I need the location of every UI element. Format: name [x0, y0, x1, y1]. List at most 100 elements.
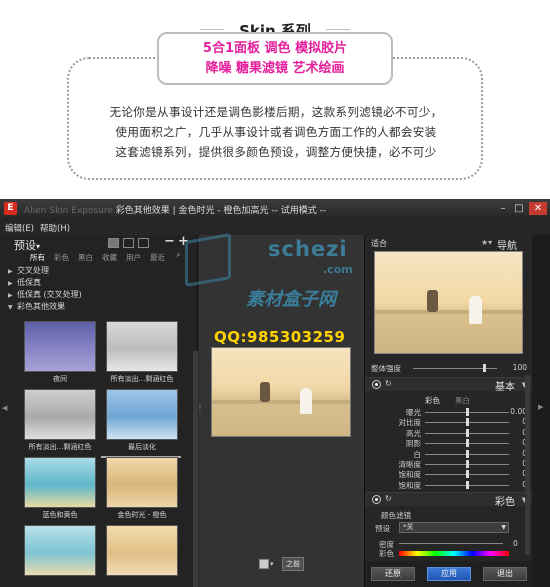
menu-edit[interactable]: 编辑(E): [5, 222, 34, 234]
splitter-handle-icon[interactable]: ⋮: [196, 403, 204, 412]
apply-button[interactable]: 应用: [427, 567, 471, 581]
feature-line-2: 降噪 糖果滤镜 艺术绘画: [205, 61, 345, 76]
search-icon[interactable]: ⌕: [176, 250, 181, 260]
promo-description: 无论你是从事设计还是调色影楼后期，这款系列滤镜必不可少， 使用面积之广，几乎从事…: [80, 102, 472, 162]
tab-bw[interactable]: 黑白: [78, 252, 93, 263]
presets-panel: 预设▾ − + 所有 彩色 黑白 收藏 用户 最近 ⌕ ▶ 交叉处理 ▶ 低保真 ▶…: [0, 234, 198, 587]
collapse-left-icon[interactable]: ◀: [2, 404, 7, 412]
tree-item-label: 低保真 (交叉处理): [17, 290, 82, 299]
close-button[interactable]: ✕: [529, 202, 547, 215]
thumbnail-image: [24, 457, 96, 508]
overall-strength-value: 100: [512, 363, 527, 372]
navigator-title: 导航: [497, 241, 517, 252]
feature-line-1: 5合1面板 调色 模拟胶片: [202, 41, 348, 56]
navigator-image[interactable]: [374, 251, 523, 354]
color-filter-preset-select[interactable]: *关 ▼: [399, 522, 509, 533]
slider-value: 0: [505, 469, 527, 478]
density-track[interactable]: [399, 543, 503, 544]
slider-knob[interactable]: [466, 428, 469, 437]
collapse-arrow-icon: ▼: [8, 304, 13, 311]
window-title: Alien Skin Exposure 彩色其他效果 | 金色时光 - 橙色加高…: [24, 203, 326, 216]
slider-value: 0: [505, 449, 527, 458]
overall-strength-slider[interactable]: 整体强度 100: [365, 363, 533, 373]
right-gutter: ▶: [532, 235, 550, 587]
thumbnail-caption: 蓝色和黄色: [42, 511, 78, 519]
remove-preset-icon[interactable]: −: [164, 234, 175, 249]
adjustment-slider[interactable]: 阴影 0: [365, 438, 533, 448]
tab-user[interactable]: 用户: [126, 252, 141, 263]
expand-arrow-icon: ▶: [8, 292, 13, 299]
window-title-faint: Alien Skin Exposure: [24, 206, 113, 216]
adjustment-slider[interactable]: 饱和度 0: [365, 480, 533, 490]
slider-knob[interactable]: [466, 439, 469, 448]
star-icon[interactable]: ★▾: [481, 238, 492, 247]
tab-color[interactable]: 彩色: [54, 252, 69, 263]
tree-item-cross[interactable]: ▶ 交叉处理: [8, 265, 49, 276]
slider-knob[interactable]: [466, 408, 469, 416]
watermark-com: .com: [323, 263, 353, 276]
thumbnail-caption: 金色时光 - 橙色: [117, 511, 167, 519]
tab-favorites[interactable]: 收藏: [102, 252, 117, 263]
adjustment-slider[interactable]: 对比度 0: [365, 417, 533, 427]
color-section-header[interactable]: ↻ 彩色 ▼: [365, 492, 533, 508]
tab-bw-mode[interactable]: 黑白: [455, 395, 470, 406]
tab-color-mode[interactable]: 彩色: [425, 395, 440, 406]
window-title-text: 彩色其他效果 | 金色时光 - 橙色加高光 -- 试用模式 --: [115, 206, 327, 216]
density-value: 0: [513, 539, 518, 548]
grid-large-icon[interactable]: [108, 238, 119, 248]
exit-button[interactable]: 退出: [483, 567, 527, 581]
slider-value: 0: [505, 459, 527, 468]
before-button[interactable]: 之前: [282, 557, 304, 571]
collapse-right-icon[interactable]: ▶: [538, 403, 543, 411]
adjustment-slider[interactable]: 白0: [365, 449, 533, 459]
adjustments-scrollbar[interactable]: [525, 375, 530, 555]
adjustment-slider[interactable]: 清晰度 0: [365, 459, 533, 469]
basic-section-header[interactable]: ↻ 基本 ▼: [365, 377, 533, 393]
maximize-button[interactable]: □: [512, 202, 526, 215]
color-filter-label: 颜色滤镜: [381, 511, 411, 520]
slider-label: 阴影: [406, 439, 421, 449]
section-enable-icon[interactable]: [372, 380, 381, 389]
thumbnail-scrollbar[interactable]: [193, 351, 198, 587]
tree-item-label: 低保真: [17, 278, 41, 287]
horizon-line: [375, 310, 522, 314]
slider-knob[interactable]: [466, 449, 469, 458]
tree-item-label: 彩色其他效果: [17, 302, 65, 311]
basic-section-title: 基本: [495, 382, 515, 393]
preview-image[interactable]: [211, 347, 351, 437]
desc-line-2: 使用面积之广，几乎从事设计或者调色方面工作的人都会安装: [115, 125, 437, 139]
tree-item-lofi[interactable]: ▶ 低保真: [8, 277, 41, 288]
adjustment-slider[interactable]: 饱和度 0: [365, 469, 533, 479]
list-view-icon[interactable]: [138, 238, 149, 248]
slider-value: 0.00: [510, 407, 527, 416]
tab-all[interactable]: 所有: [30, 252, 45, 263]
section-enable-icon[interactable]: [372, 495, 381, 504]
groom-figure: [427, 290, 438, 312]
fit-dropdown[interactable]: 适合: [371, 238, 387, 249]
tree-item-lofi-cross[interactable]: ▶ 低保真 (交叉处理): [8, 289, 82, 300]
bride-figure: [469, 296, 482, 324]
hue-label: 彩色: [379, 549, 394, 558]
menu-help[interactable]: 帮助(H): [40, 222, 70, 234]
chevron-down-icon[interactable]: ▾: [270, 560, 274, 568]
slider-label: 饱和度: [398, 470, 422, 480]
tab-recent[interactable]: 最近: [150, 252, 165, 263]
grid-small-icon[interactable]: [123, 238, 134, 248]
adjustment-slider[interactable]: 高光 0: [365, 428, 533, 438]
tree-item-color-other[interactable]: ▼ 彩色其他效果: [8, 301, 65, 312]
slider-knob[interactable]: [466, 418, 469, 427]
tree-item-label: 交叉处理: [17, 266, 49, 275]
slider-label: 对比度: [398, 418, 422, 428]
expand-arrow-icon: ▶: [8, 280, 13, 287]
minimize-button[interactable]: –: [496, 202, 510, 215]
reset-icon[interactable]: ↻: [385, 379, 392, 388]
hue-spectrum-bar[interactable]: [399, 551, 509, 556]
slider-knob[interactable]: [466, 480, 469, 489]
slider-knob[interactable]: [466, 470, 469, 479]
compare-mode-icon[interactable]: [259, 559, 269, 569]
slider-knob[interactable]: [466, 460, 469, 468]
slider-knob[interactable]: [483, 364, 486, 372]
reset-button[interactable]: 还原: [371, 567, 415, 581]
adjustment-slider[interactable]: 曝光 0.00: [365, 407, 533, 417]
reset-icon[interactable]: ↻: [385, 494, 392, 503]
